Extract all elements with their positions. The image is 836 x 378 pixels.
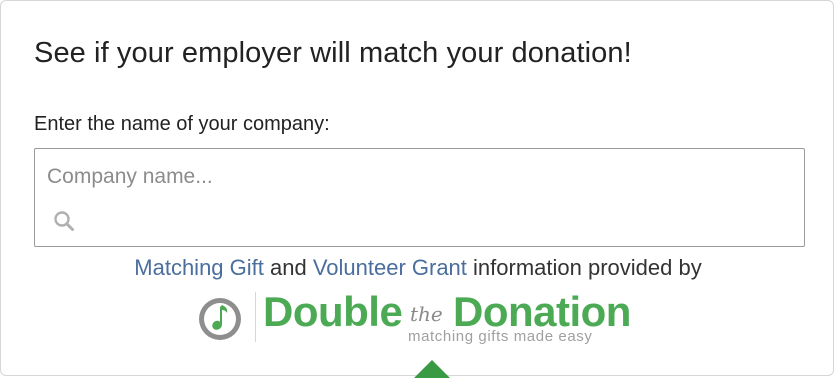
- company-field-label: Enter the name of your company:: [34, 113, 330, 135]
- company-search-box[interactable]: [34, 148, 805, 247]
- company-search-input[interactable]: [35, 149, 804, 205]
- logo-word-double: Double: [263, 288, 403, 335]
- double-the-donation-logo[interactable]: Double the Donation matching gifts made …: [197, 288, 643, 348]
- logo-word-the: the: [410, 302, 443, 326]
- attribution-line: Matching Gift and Volunteer Grant inform…: [1, 255, 835, 281]
- matching-gift-widget: See if your employer will match your don…: [0, 0, 834, 376]
- search-icon[interactable]: [52, 209, 76, 233]
- matching-gift-link[interactable]: Matching Gift: [134, 255, 264, 280]
- logo-divider: [255, 292, 256, 342]
- green-arrow-cursor-icon: [414, 360, 450, 378]
- volunteer-grant-link[interactable]: Volunteer Grant: [313, 255, 467, 280]
- attribution-suffix-text: information provided by: [466, 255, 702, 280]
- double-the-donation-mark-icon: [199, 298, 241, 340]
- logo-tagline: matching gifts made easy: [408, 328, 593, 345]
- widget-title: See if your employer will match your don…: [34, 37, 632, 69]
- attribution-and-text: and: [263, 255, 313, 280]
